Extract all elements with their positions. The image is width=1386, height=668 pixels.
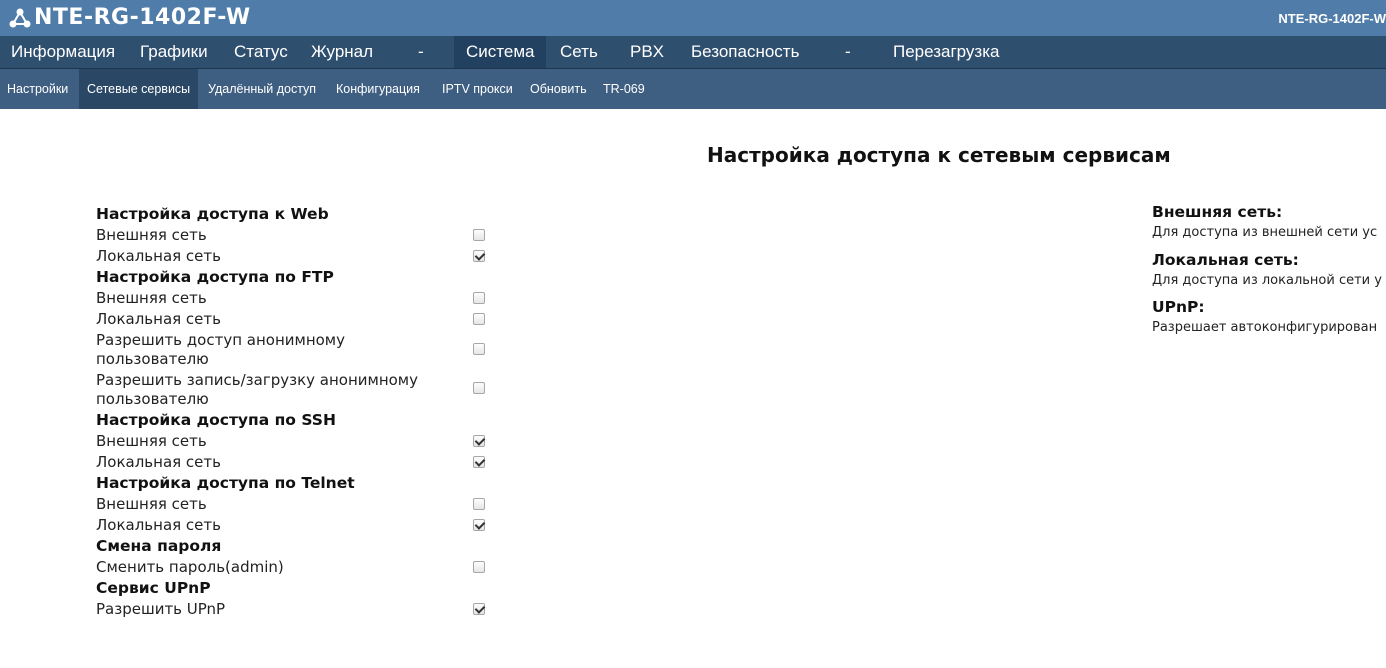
- ssh-local-checkbox[interactable]: [473, 456, 485, 468]
- nav-status[interactable]: Статус: [234, 36, 288, 68]
- ftp-anon-access-label: Разрешить доступ анонимному пользователю: [96, 331, 345, 368]
- nav-security[interactable]: Безопасность: [691, 36, 799, 68]
- ftp-local-checkbox[interactable]: [473, 313, 485, 325]
- change-password-checkbox[interactable]: [473, 561, 485, 573]
- nav-info[interactable]: Информация: [11, 36, 115, 68]
- section-heading-upnp: Сервис UPnP: [96, 579, 211, 597]
- subnav-update[interactable]: Обновить: [530, 69, 587, 109]
- section-heading-telnet: Настройка доступа по Telnet: [96, 474, 355, 492]
- nav-separator[interactable]: -: [418, 36, 424, 68]
- subnav-configuration[interactable]: Конфигурация: [336, 69, 420, 109]
- telnet-local-label: Локальная сеть: [96, 516, 221, 534]
- section-heading-web: Настройка доступа к Web: [96, 205, 329, 223]
- nav-journal[interactable]: Журнал: [311, 36, 373, 68]
- ssh-external-checkbox[interactable]: [473, 435, 485, 447]
- ssh-external-label: Внешняя сеть: [96, 432, 207, 450]
- upnp-enable-checkbox[interactable]: [473, 603, 485, 615]
- subnav-remote-access[interactable]: Удалённый доступ: [208, 69, 316, 109]
- web-local-checkbox[interactable]: [473, 250, 485, 262]
- ftp-anon-write-label: Разрешить запись/загрузку анонимному пол…: [96, 371, 419, 408]
- logo-text: NTE-RG-1402F-W: [34, 5, 251, 30]
- ftp-anon-write-checkbox[interactable]: [473, 382, 485, 394]
- help-local-text: Для доступа из локальной сети у: [1152, 273, 1382, 288]
- device-model-label: NTE-RG-1402F-W: [1278, 11, 1386, 26]
- web-external-label: Внешняя сеть: [96, 226, 207, 244]
- logo: NTE-RG-1402F-W: [8, 5, 251, 30]
- top-bar: NTE-RG-1402F-W NTE-RG-1402F-W: [0, 0, 1386, 36]
- section-heading-ftp: Настройка доступа по FTP: [96, 268, 334, 286]
- ftp-external-checkbox[interactable]: [473, 292, 485, 304]
- telnet-external-label: Внешняя сеть: [96, 495, 207, 513]
- telnet-external-checkbox[interactable]: [473, 498, 485, 510]
- subnav-iptv-proxy[interactable]: IPTV прокси: [442, 69, 513, 109]
- upnp-enable-label: Разрешить UPnP: [96, 600, 226, 618]
- sub-nav: Настройки Сетевые сервисы Удалённый дост…: [0, 69, 1386, 109]
- ftp-anon-access-checkbox[interactable]: [473, 343, 485, 355]
- section-heading-ssh: Настройка доступа по SSH: [96, 411, 336, 429]
- nav-network[interactable]: Сеть: [560, 36, 598, 68]
- main-nav: Информация Графики Статус Журнал - Систе…: [0, 36, 1386, 69]
- nav-separator[interactable]: -: [845, 36, 851, 68]
- section-heading-password: Смена пароля: [96, 537, 222, 555]
- subnav-network-services[interactable]: Сетевые сервисы: [79, 69, 199, 109]
- help-external-title: Внешняя сеть:: [1152, 203, 1283, 221]
- nav-graphs[interactable]: Графики: [140, 36, 208, 68]
- telnet-local-checkbox[interactable]: [473, 519, 485, 531]
- network-nodes-icon: [9, 8, 31, 27]
- help-upnp-title: UPnP:: [1152, 298, 1205, 316]
- nav-reboot[interactable]: Перезагрузка: [893, 36, 999, 68]
- ftp-external-label: Внешняя сеть: [96, 289, 207, 307]
- web-local-label: Локальная сеть: [96, 247, 221, 265]
- ssh-local-label: Локальная сеть: [96, 453, 221, 471]
- help-external-text: Для доступа из внешней сети ус: [1152, 225, 1378, 240]
- subnav-settings[interactable]: Настройки: [7, 69, 68, 109]
- subnav-tr069[interactable]: TR-069: [603, 69, 645, 109]
- help-local-title: Локальная сеть:: [1152, 251, 1299, 269]
- page-title: Настройка доступа к сетевым сервисам: [707, 143, 1171, 167]
- help-upnp-text: Разрешает автоконфигурирован: [1152, 320, 1378, 335]
- change-password-label: Сменить пароль(admin): [96, 558, 284, 576]
- nav-pbx[interactable]: PBX: [630, 36, 664, 68]
- web-external-checkbox[interactable]: [473, 229, 485, 241]
- ftp-local-label: Локальная сеть: [96, 310, 221, 328]
- nav-system[interactable]: Система: [454, 36, 547, 68]
